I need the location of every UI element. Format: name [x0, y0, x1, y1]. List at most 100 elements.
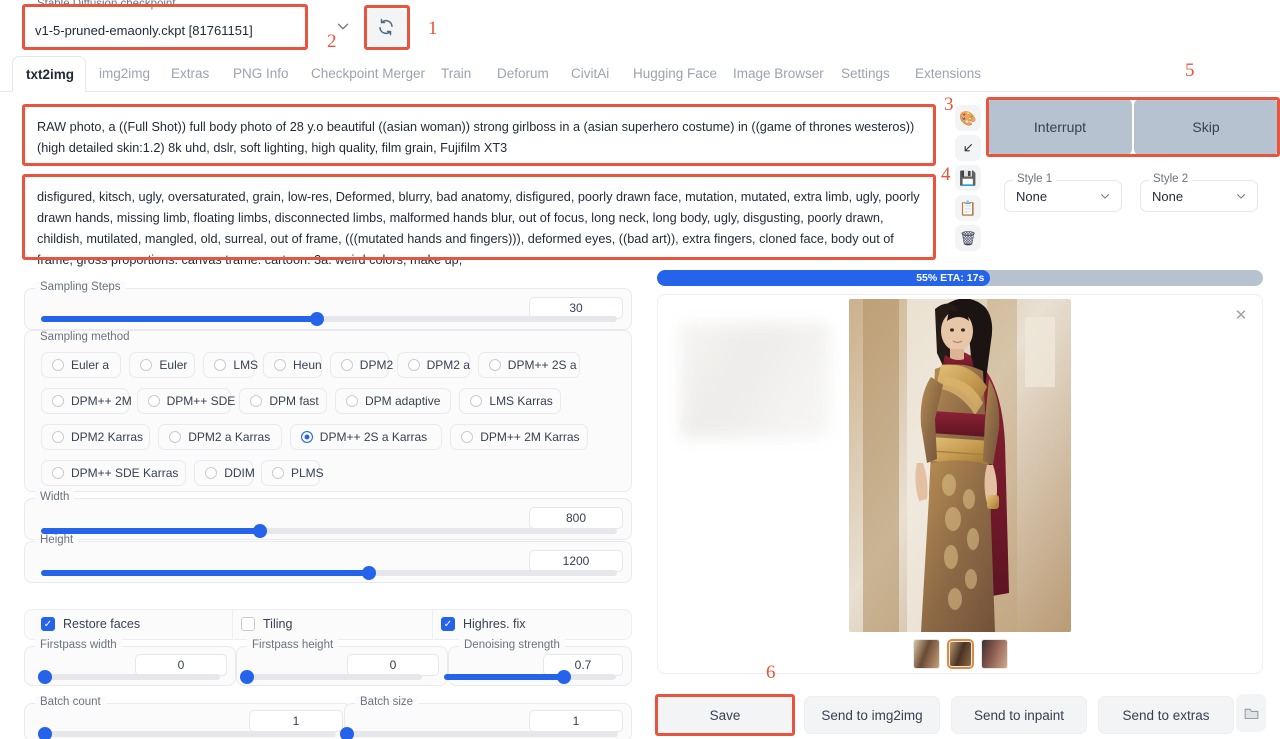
radio-dot	[52, 359, 64, 371]
save-button[interactable]: Save	[657, 696, 793, 734]
sampler-option-ddim[interactable]: DDIM	[194, 460, 255, 486]
batch-count-slider[interactable]	[38, 727, 336, 739]
radio-dot	[407, 359, 420, 371]
firstpass-width-label: Firstpass width	[35, 639, 122, 651]
sampler-option-dpm-2m[interactable]: DPM++ 2M	[41, 388, 132, 414]
generation-progress-bar: 55% ETA: 17s	[657, 270, 1263, 286]
close-icon[interactable]: ✕	[1232, 307, 1250, 325]
height-value[interactable]: 1200	[529, 550, 623, 572]
sampler-option-euler-a[interactable]: Euler a	[41, 352, 122, 378]
denoising-strength-group: Denoising strength 0.7	[448, 639, 632, 686]
tab-img2img[interactable]: img2img	[86, 56, 158, 92]
thumbnail-0[interactable]	[912, 639, 940, 669]
negative-prompt-input[interactable]: disfigured, kitsch, ugly, oversaturated,…	[24, 176, 934, 267]
clipboard-icon[interactable]: 📋	[955, 195, 981, 221]
thumbnail-2[interactable]	[980, 639, 1008, 669]
trash-icon[interactable]: 🗑	[955, 225, 981, 251]
chevron-down-icon[interactable]	[334, 17, 352, 35]
main-tabbar: txt2img img2img Extras PNG Info Checkpoint M…	[0, 56, 1280, 92]
send-to-inpaint-button[interactable]: Send to inpaint	[951, 696, 1087, 734]
restore-faces-checkbox[interactable]: ✓ Restore faces	[41, 617, 140, 631]
tab-extensions[interactable]: Extensions	[902, 56, 988, 92]
sampler-option-dpm-sde[interactable]: DPM++ SDE	[136, 388, 235, 414]
radio-dot	[300, 431, 313, 443]
firstpass-height-slider[interactable]	[240, 670, 422, 684]
checkbox-box: ✓	[41, 617, 55, 631]
width-slider[interactable]	[41, 524, 617, 538]
sampler-option-label: DPM++ SDE	[166, 394, 236, 408]
sampling-steps-slider[interactable]	[41, 312, 617, 326]
generated-image[interactable]	[849, 299, 1071, 632]
sampler-option-lms-karras[interactable]: LMS Karras	[459, 388, 562, 414]
sampler-option-dpm-fast[interactable]: DPM fast	[239, 388, 327, 414]
radio-dot	[147, 395, 160, 407]
interrupt-button[interactable]: Interrupt	[988, 99, 1132, 155]
firstpass-height-value[interactable]: 0	[347, 654, 439, 676]
sampler-option-label: DPM++ 2S a	[507, 358, 577, 372]
styles-apply-icon[interactable]: 🎨	[955, 105, 981, 131]
style-2-select[interactable]: Style 2 None	[1140, 173, 1258, 212]
width-value[interactable]: 800	[529, 507, 623, 529]
sampler-option-dpm-2s-a-karras[interactable]: DPM++ 2S a Karras	[289, 424, 443, 450]
radio-dot	[169, 431, 182, 443]
sampler-option-plms[interactable]: PLMS	[261, 460, 324, 486]
tab-png-info[interactable]: PNG Info	[220, 56, 298, 92]
thumbnail-1[interactable]	[946, 639, 974, 669]
tab-extras[interactable]: Extras	[158, 56, 220, 92]
sampler-option-dpm2-a-karras[interactable]: DPM2 a Karras	[158, 424, 282, 450]
open-folder-button[interactable]	[1236, 694, 1266, 732]
radio-dot	[52, 467, 64, 479]
sampler-option-dpm-2m-karras[interactable]: DPM++ 2M Karras	[450, 424, 589, 450]
sampler-option-dpm2-karras[interactable]: DPM2 Karras	[41, 424, 151, 450]
tab-image-browser[interactable]: Image Browser	[720, 56, 828, 92]
batch-count-value[interactable]: 1	[249, 710, 343, 732]
sampler-option-dpm-sde-karras[interactable]: DPM++ SDE Karras	[41, 460, 187, 486]
send-to-img2img-button[interactable]: Send to img2img	[804, 696, 940, 734]
highres-fix-checkbox[interactable]: ✓ Highres. fix	[441, 617, 526, 631]
sampler-option-lms[interactable]: LMS	[203, 352, 258, 378]
tab-checkpoint-merger[interactable]: Checkpoint Merger	[298, 56, 428, 92]
chevron-down-icon	[1098, 189, 1112, 206]
sampler-option-dpm2[interactable]: DPM2	[329, 352, 393, 378]
send-to-extras-button[interactable]: Send to extras	[1098, 696, 1234, 734]
batch-size-slider[interactable]	[340, 727, 618, 739]
prompt-input[interactable]: RAW photo, a ((Full Shot)) full body pho…	[24, 106, 934, 164]
radio-dot	[205, 467, 218, 479]
gallery-placeholder	[680, 323, 830, 438]
sampler-option-label: DPM2	[359, 358, 394, 372]
firstpass-width-group: Firstpass width 0	[24, 639, 236, 686]
arrow-down-left-icon[interactable]	[955, 135, 981, 161]
firstpass-height-group: Firstpass height 0	[236, 639, 448, 686]
tab-hugging-face[interactable]: Hugging Face	[620, 56, 720, 92]
height-slider[interactable]	[41, 566, 617, 580]
radio-dot	[461, 431, 474, 443]
denoising-strength-value[interactable]: 0.7	[543, 654, 623, 676]
tab-deforum[interactable]: Deforum	[484, 56, 558, 92]
folder-icon	[1244, 708, 1258, 719]
sampler-option-euler[interactable]: Euler	[129, 352, 196, 378]
sampler-option-dpm-2s-a[interactable]: DPM++ 2S a	[477, 352, 580, 378]
batch-size-value[interactable]: 1	[529, 710, 623, 732]
tab-train[interactable]: Train	[428, 56, 484, 92]
skip-button[interactable]: Skip	[1134, 99, 1278, 155]
highres-fix-label: Highres. fix	[463, 617, 526, 631]
denoising-strength-slider[interactable]	[444, 670, 616, 684]
firstpass-width-slider[interactable]	[38, 670, 220, 684]
checkbox-box: ✓	[441, 617, 455, 631]
checkbox-box	[241, 617, 255, 631]
sampler-option-dpm2-a[interactable]: DPM2 a	[396, 352, 470, 378]
firstpass-width-value[interactable]: 0	[135, 654, 227, 676]
sampler-option-heun[interactable]: Heun	[263, 352, 322, 378]
tab-txt2img[interactable]: txt2img	[12, 56, 86, 92]
sampler-option-label: DPM2 a Karras	[188, 430, 271, 444]
style-1-select[interactable]: Style 1 None	[1004, 173, 1122, 212]
tab-civitai[interactable]: CivitAi	[558, 56, 620, 92]
sampler-option-label: LMS Karras	[489, 394, 553, 408]
sampler-option-dpm-adaptive[interactable]: DPM adaptive	[335, 388, 452, 414]
tab-settings[interactable]: Settings	[828, 56, 902, 92]
thumbnail-image	[913, 640, 939, 668]
refresh-checkpoint-button[interactable]	[366, 8, 406, 46]
checkpoint-select[interactable]: Stable Diffusion checkpoint v1-5-pruned-…	[22, 0, 306, 49]
save-style-icon[interactable]: 💾	[955, 165, 981, 191]
tiling-checkbox[interactable]: Tiling	[241, 617, 292, 631]
